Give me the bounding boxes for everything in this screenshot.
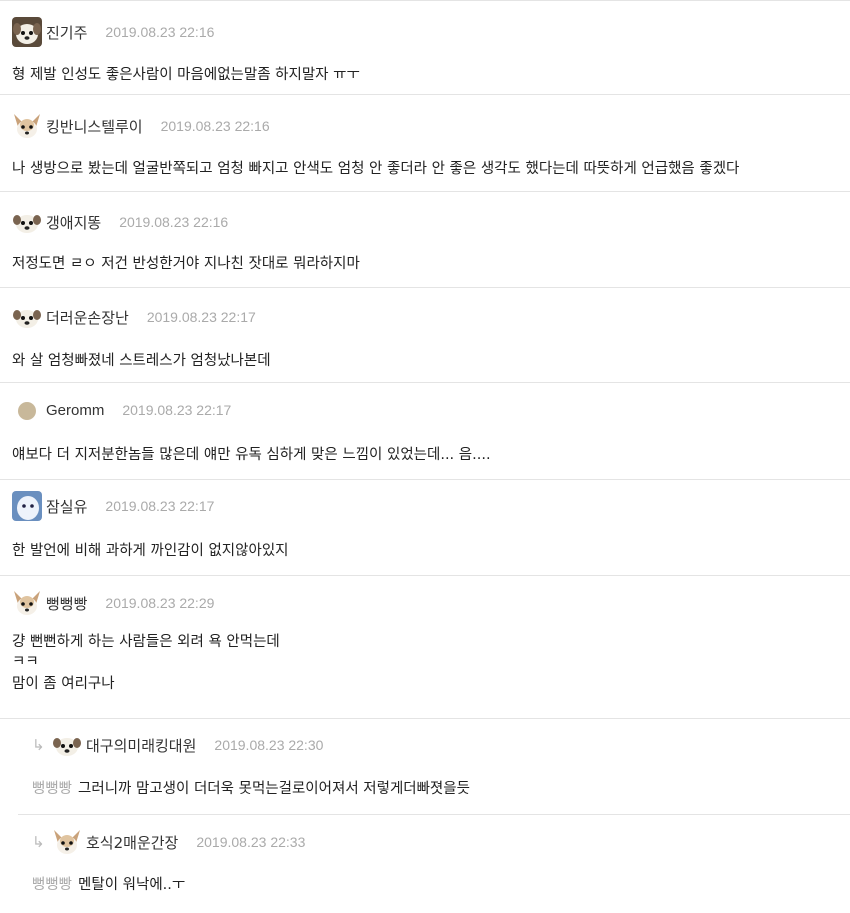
reply-item: ↳ 대구의미래킹대원 2019.08.23 22:30 뻥뻥빵 그러니까 맘고생이… <box>18 719 850 815</box>
comment-item: 킹반니스텔루이 2019.08.23 22:16 나 생방으로 봤는데 얼굴반쪽… <box>0 95 850 192</box>
comment-text: 나 생방으로 봤는데 얼굴반쪽되고 엄청 빠지고 안색도 엄청 안 좋더라 안 … <box>12 161 740 177</box>
reply-mention[interactable]: 뻥뻥빵 <box>32 781 72 797</box>
avatar-dog-icon[interactable] <box>12 302 42 332</box>
avatar-dog-icon[interactable] <box>12 17 42 47</box>
comment-nickname[interactable]: 더러운손장난 <box>46 307 129 328</box>
comment-item: 진기주 2019.08.23 22:16 형 제발 인성도 좋은사람이 마음에없… <box>0 0 850 95</box>
comment-text: 와 살 엄청빠졌네 스트레스가 엄청났나본데 <box>12 353 271 369</box>
reply-arrow-icon: ↳ <box>32 833 45 851</box>
comment-timestamp: 2019.08.23 22:16 <box>105 24 215 40</box>
comment-item: 갱애지똥 2019.08.23 22:16 저정도면 ㄹㅇ 저건 반성한거야 지… <box>0 192 850 288</box>
comment-nickname[interactable]: 뻥뻥빵 <box>46 593 87 614</box>
reply-text: 멘탈이 워낙에..ㅜ <box>78 877 186 893</box>
comment-timestamp: 2019.08.23 22:17 <box>105 498 215 514</box>
comment-timestamp: 2019.08.23 22:29 <box>105 595 215 611</box>
avatar-chihuahua-icon[interactable] <box>12 588 42 618</box>
comment-text: 한 발언에 비해 과하게 까인감이 없지않아있지 <box>12 543 289 559</box>
reply-timestamp: 2019.08.23 22:33 <box>196 834 306 850</box>
comment-text-line: 걍 뻔뻔하게 하는 사람들은 외려 욕 안먹는데 <box>12 634 280 650</box>
reply-text: 그러니까 맘고생이 더더욱 못먹는걸로이어져서 저렇게더빠졋을듯 <box>78 781 470 797</box>
comment-item: 뻥뻥빵 2019.08.23 22:29 걍 뻔뻔하게 하는 사람들은 외려 욕… <box>0 576 850 719</box>
comment-list: 진기주 2019.08.23 22:16 형 제발 인성도 좋은사람이 마음에없… <box>0 0 850 910</box>
reply-nickname[interactable]: 호식2매운간장 <box>86 832 178 853</box>
comment-item: 잠실유 2019.08.23 22:17 한 발언에 비해 과하게 까인감이 없… <box>0 480 850 576</box>
comment-text: 얘보다 더 지저분한놈들 많은데 얘만 유독 심하게 맞은 느낌이 있었는데..… <box>12 447 491 463</box>
reply-arrow-icon: ↳ <box>32 736 45 754</box>
avatar-ghost-icon[interactable] <box>12 491 42 521</box>
avatar-chihuahua-icon[interactable] <box>52 827 82 857</box>
comment-text: 저정도면 ㄹㅇ 저건 반성한거야 지나친 잣대로 뭐라하지마 <box>12 256 360 272</box>
comment-item: Geromm 2019.08.23 22:17 얘보다 더 지저분한놈들 많은데… <box>0 383 850 480</box>
comment-text: 형 제발 인성도 좋은사람이 마음에없는말좀 하지말자 ㅠㅜ <box>12 67 360 83</box>
comment-timestamp: 2019.08.23 22:16 <box>119 214 229 230</box>
comment-timestamp: 2019.08.23 22:17 <box>146 309 256 325</box>
avatar-chihuahua-icon[interactable] <box>12 111 42 141</box>
avatar-circle-icon[interactable] <box>12 395 42 425</box>
comment-text-line: 맘이 좀 여리구나 <box>12 676 115 692</box>
comment-text-line: ㅋㅋ <box>12 654 39 670</box>
reply-mention[interactable]: 뻥뻥빵 <box>32 877 72 893</box>
comment-nickname[interactable]: Geromm <box>46 402 104 419</box>
avatar-dog-icon[interactable] <box>12 207 42 237</box>
reply-nickname[interactable]: 대구의미래킹대원 <box>86 735 196 756</box>
comment-timestamp: 2019.08.23 22:16 <box>160 118 270 134</box>
comment-nickname[interactable]: 갱애지똥 <box>46 212 101 233</box>
reply-item: ↳ 호식2매운간장 2019.08.23 22:33 뻥뻥빵 멘탈이 워낙에..ㅜ <box>18 815 850 910</box>
reply-timestamp: 2019.08.23 22:30 <box>214 737 324 753</box>
comment-timestamp: 2019.08.23 22:17 <box>122 402 232 418</box>
comment-nickname[interactable]: 잠실유 <box>46 496 87 517</box>
comment-nickname[interactable]: 킹반니스텔루이 <box>46 116 143 137</box>
comment-nickname[interactable]: 진기주 <box>46 22 87 43</box>
avatar-dog-icon[interactable] <box>52 730 82 760</box>
comment-item: 더러운손장난 2019.08.23 22:17 와 살 엄청빠졌네 스트레스가 … <box>0 288 850 383</box>
